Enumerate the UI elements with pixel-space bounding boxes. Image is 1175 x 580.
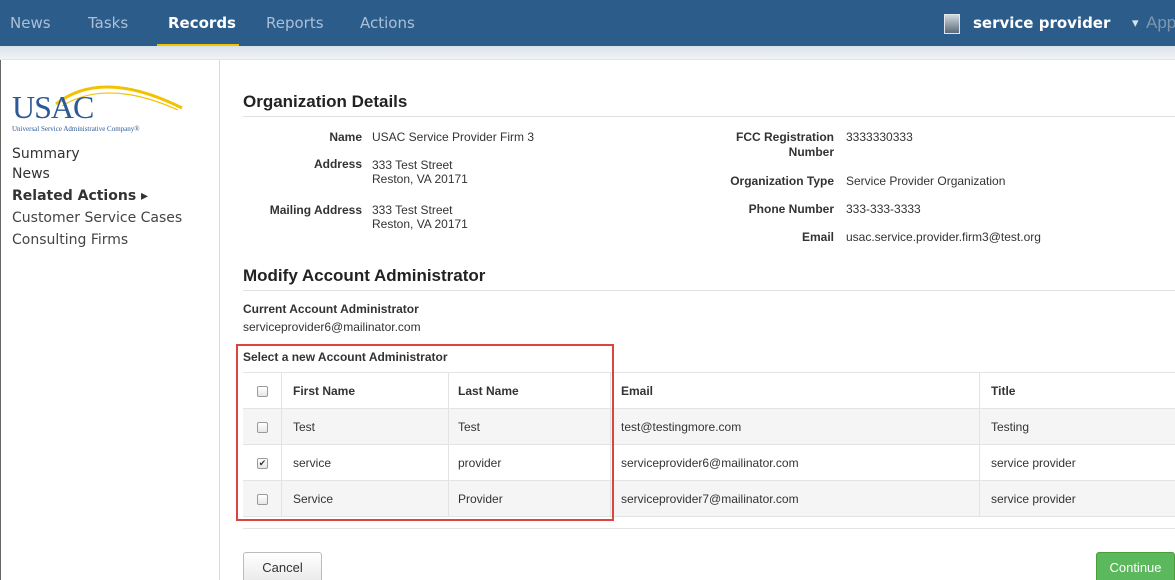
sidebar-item-related-actions[interactable]: Related Actions ▸: [12, 188, 148, 204]
email-value: usac.service.provider.firm3@test.org: [846, 230, 1041, 244]
phone-number-label: Phone Number: [748, 202, 834, 216]
usac-logo: USAC Universal Service Administrative Co…: [12, 74, 187, 134]
sub-header-bar: [0, 46, 1175, 60]
column-divider: [979, 481, 980, 517]
email-cell: test@testingmore.com: [621, 420, 742, 434]
nav-actions[interactable]: Actions: [360, 0, 415, 46]
section-divider: [243, 528, 1175, 529]
sidebar: USAC Universal Service Administrative Co…: [0, 60, 220, 580]
column-header-email[interactable]: Email: [621, 373, 653, 409]
organization-type-value: Service Provider Organization: [846, 174, 1006, 188]
continue-button[interactable]: Continue: [1096, 552, 1175, 580]
column-divider: [979, 445, 980, 481]
title-cell: service provider: [991, 492, 1076, 506]
nav-records[interactable]: Records: [168, 0, 236, 46]
email-cell: serviceprovider6@mailinator.com: [621, 456, 799, 470]
address-line1: 333 Test Street: [372, 158, 453, 172]
mailing-address-line2: Reston, VA 20171: [372, 217, 468, 231]
current-admin-label: Current Account Administrator: [243, 302, 419, 316]
phone-number-value: 333-333-3333: [846, 202, 921, 216]
name-value: USAC Service Provider Firm 3: [372, 130, 535, 144]
section-divider: [243, 290, 1175, 291]
fcc-registration-label-line2: Number: [788, 145, 834, 159]
organization-type-label: Organization Type: [730, 174, 834, 188]
user-menu[interactable]: service provider: [973, 0, 1110, 46]
section-divider: [243, 116, 1175, 117]
email-cell: serviceprovider7@mailinator.com: [621, 492, 799, 506]
cancel-button[interactable]: Cancel: [243, 552, 322, 580]
address-label: Address: [313, 157, 362, 171]
address-line2: Reston, VA 20171: [372, 172, 468, 186]
title-cell: Testing: [991, 420, 1030, 434]
user-avatar[interactable]: [944, 14, 960, 34]
column-header-title[interactable]: Title: [991, 373, 1015, 409]
sidebar-item-summary[interactable]: Summary: [12, 146, 80, 162]
name-label: Name: [329, 130, 362, 144]
fcc-registration-value: 3333330333: [846, 130, 913, 144]
logo-tagline: Universal Service Administrative Company…: [12, 125, 140, 133]
mailing-address-line1: 333 Test Street: [372, 203, 453, 217]
current-admin-value: serviceprovider6@mailinator.com: [243, 320, 421, 334]
modify-account-admin-title: Modify Account Administrator: [243, 266, 486, 285]
nav-tasks[interactable]: Tasks: [88, 0, 128, 46]
apps-menu[interactable]: App: [1146, 0, 1175, 46]
sidebar-item-customer-service-cases[interactable]: Customer Service Cases: [12, 210, 182, 226]
selection-highlight-box: [236, 344, 614, 521]
chevron-down-icon[interactable]: ▾: [1132, 0, 1139, 46]
top-nav: News Tasks Records Reports Actions servi…: [0, 0, 1175, 47]
column-divider: [979, 373, 980, 409]
nav-reports[interactable]: Reports: [266, 0, 324, 46]
title-cell: service provider: [991, 456, 1076, 470]
logo-text: USAC: [12, 89, 94, 125]
mailing-address-label: Mailing Address: [269, 203, 362, 217]
sidebar-item-consulting-firms[interactable]: Consulting Firms: [12, 232, 128, 248]
nav-news[interactable]: News: [10, 0, 51, 46]
organization-details-title: Organization Details: [243, 92, 408, 111]
column-divider: [979, 409, 980, 445]
fcc-registration-label-line1: FCC Registration: [735, 130, 834, 144]
email-label: Email: [801, 230, 834, 244]
sidebar-item-news[interactable]: News: [12, 166, 50, 182]
